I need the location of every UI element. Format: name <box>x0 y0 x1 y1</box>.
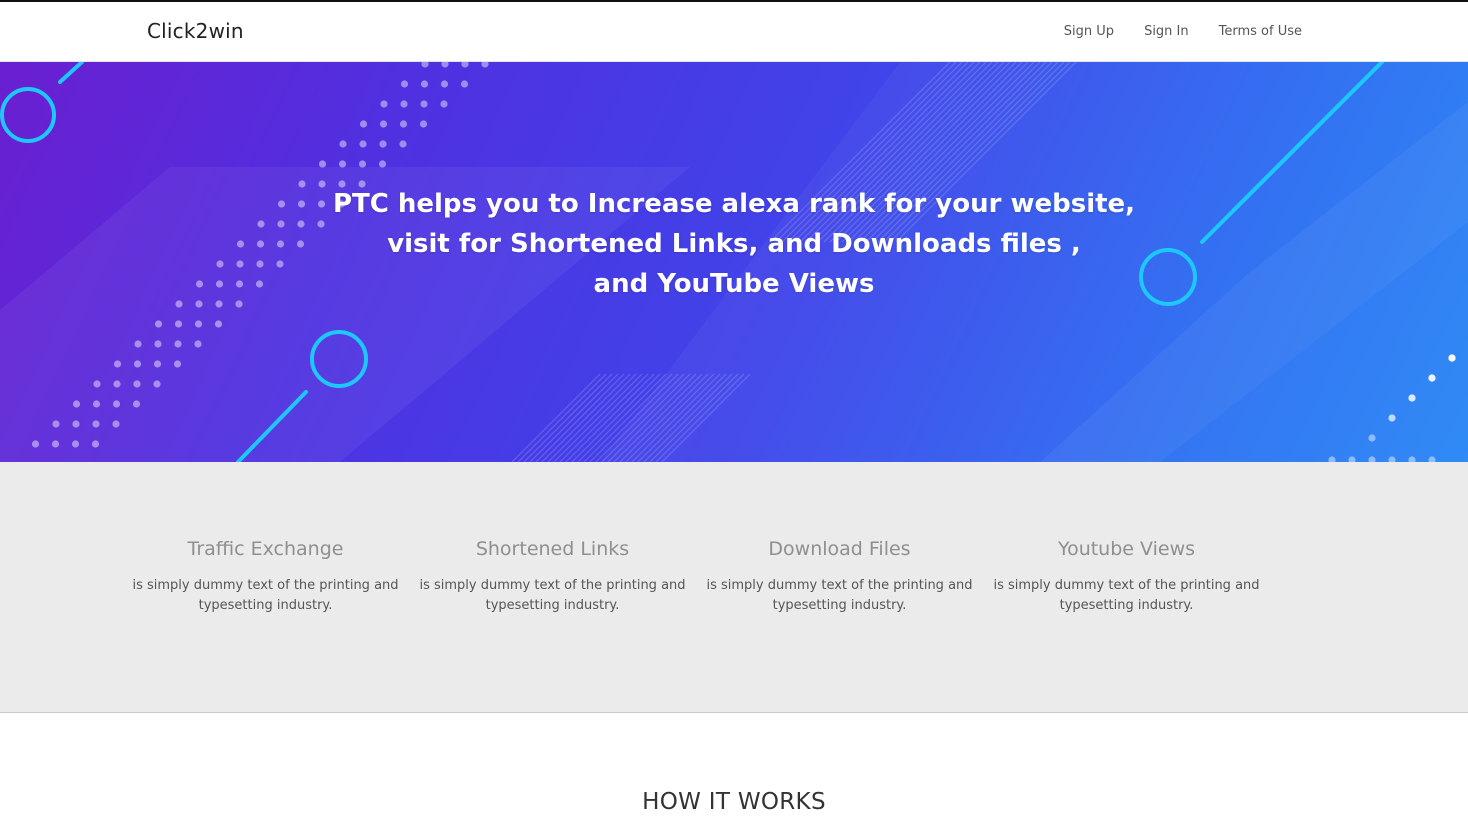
nav-sign-up-link[interactable]: Sign Up <box>1064 24 1114 39</box>
hero-line-1: PTC helps you to Increase alexa rank for… <box>332 189 1136 219</box>
hero-banner: PTC helps you to Increase alexa rank for… <box>0 62 1468 462</box>
hero-line-3: and YouTube Views <box>593 269 875 299</box>
hero-headline: PTC helps you to Increase alexa rank for… <box>0 184 1468 304</box>
feature-traffic-exchange: Traffic Exchange is simply dummy text of… <box>122 538 409 616</box>
feature-title: Shortened Links <box>475 538 630 560</box>
feature-youtube-views: Youtube Views is simply dummy text of th… <box>983 538 1270 616</box>
hero-line-2: visit for Shortened Links, and Downloads… <box>387 229 1081 259</box>
features-section: Traffic Exchange is simply dummy text of… <box>0 462 1468 713</box>
feature-text: is simply dummy text of the printing and… <box>132 578 399 613</box>
nav-sign-in-link[interactable]: Sign In <box>1144 24 1189 39</box>
feature-shortened-links: Shortened Links is simply dummy text of … <box>409 538 696 616</box>
how-it-works-title: HOW IT WORKS <box>642 789 826 815</box>
feature-text: is simply dummy text of the printing and… <box>419 578 686 613</box>
feature-title: Youtube Views <box>1057 538 1196 560</box>
feature-text: is simply dummy text of the printing and… <box>993 578 1260 613</box>
brand-logo-link[interactable]: Click2win <box>147 19 244 43</box>
navbar: Click2win Sign Up Sign In Terms of Use <box>0 2 1468 62</box>
feature-download-files: Download Files is simply dummy text of t… <box>696 538 983 616</box>
nav-terms-link[interactable]: Terms of Use <box>1219 24 1302 39</box>
feature-title: Traffic Exchange <box>187 538 344 560</box>
feature-text: is simply dummy text of the printing and… <box>706 578 973 613</box>
nav-links: Sign Up Sign In Terms of Use <box>1064 24 1302 39</box>
feature-title: Download Files <box>768 538 911 560</box>
how-it-works-section: HOW IT WORKS <box>0 713 1468 839</box>
